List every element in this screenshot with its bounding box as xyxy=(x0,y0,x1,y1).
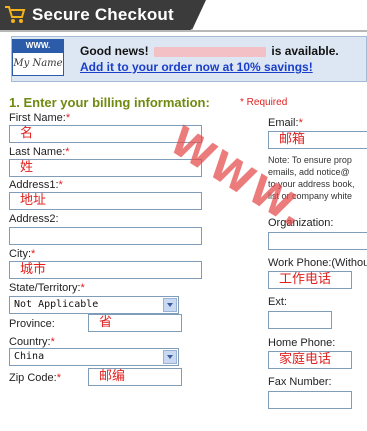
header-divider xyxy=(0,30,367,32)
home-phone-label: Home Phone: xyxy=(268,337,336,349)
state-select-value: Not Applicable xyxy=(14,299,99,310)
domain-icon-top: WWW. xyxy=(12,39,64,52)
address2-label: Address2: xyxy=(9,213,59,225)
last-name-label-text: Last Name: xyxy=(9,146,66,158)
email-label: Email:* xyxy=(268,117,303,129)
address2-field[interactable] xyxy=(9,227,202,245)
ext-field[interactable] xyxy=(268,311,332,329)
country-select[interactable]: China xyxy=(9,348,179,366)
email-note-line: emails, add notice@ xyxy=(268,167,350,177)
domain-icon-name: My Name xyxy=(12,52,64,76)
country-select-value: China xyxy=(14,351,45,362)
email-note-line: Note: To ensure prop xyxy=(268,155,352,165)
fax-field[interactable] xyxy=(268,391,352,409)
good-news-prefix: Good news! xyxy=(80,44,149,58)
city-label: City:* xyxy=(9,248,35,260)
address1-field[interactable]: 地址 xyxy=(9,192,202,210)
first-name-label-text: First Name: xyxy=(9,112,66,124)
add-domain-link[interactable]: Add it to your order now at 10% savings! xyxy=(80,60,313,74)
zip-label-text: Zip Code: xyxy=(9,372,57,384)
good-news-suffix: is available. xyxy=(271,44,339,58)
work-phone-label: Work Phone:(Without xyxy=(268,257,367,269)
email-field[interactable]: 邮箱 xyxy=(268,131,367,149)
page-title: Secure Checkout xyxy=(32,5,174,24)
required-star: * xyxy=(58,179,63,191)
chevron-down-icon[interactable] xyxy=(163,298,177,312)
province-field[interactable]: 省 xyxy=(88,314,182,332)
shopping-cart-icon xyxy=(5,6,26,23)
state-select[interactable]: Not Applicable xyxy=(9,296,179,314)
address1-label: Address1:* xyxy=(9,179,63,191)
city-field[interactable]: 城市 xyxy=(9,261,202,279)
home-phone-field[interactable]: 家庭电话 xyxy=(268,351,352,369)
required-star: * xyxy=(50,336,55,348)
chevron-down-icon[interactable] xyxy=(163,350,177,364)
work-phone-field[interactable]: 工作电话 xyxy=(268,271,352,289)
redacted-domain xyxy=(154,46,267,57)
required-star: * xyxy=(298,117,303,129)
address1-label-text: Address1: xyxy=(9,179,59,191)
ext-label: Ext: xyxy=(268,296,287,308)
required-star: * xyxy=(31,248,36,260)
domain-icon: WWW. My Name xyxy=(12,39,64,77)
fax-label: Fax Number: xyxy=(268,376,332,388)
header-fold xyxy=(192,0,206,30)
billing-section-title: 1. Enter your billing information: xyxy=(9,95,210,110)
zip-label: Zip Code:* xyxy=(9,372,61,384)
country-label: Country:* xyxy=(9,336,55,348)
zip-field[interactable]: 邮编 xyxy=(88,368,182,386)
good-news-banner xyxy=(11,36,367,82)
good-news-text: Good news! is available. xyxy=(80,44,339,58)
required-star: * xyxy=(65,112,71,124)
city-label-text: City: xyxy=(9,248,31,260)
state-label-text: State/Territory: xyxy=(9,282,81,294)
province-label: Province: xyxy=(9,318,55,330)
required-star: * xyxy=(65,146,70,158)
state-label: State/Territory:* xyxy=(9,282,85,294)
required-note: * Required xyxy=(240,97,288,108)
required-star: * xyxy=(80,282,85,294)
country-label-text: Country: xyxy=(9,336,51,348)
email-label-text: Email: xyxy=(268,117,299,129)
first-name-label: First Name:* xyxy=(9,112,70,124)
required-star: * xyxy=(56,372,61,384)
organization-field[interactable] xyxy=(268,232,367,250)
last-name-label: Last Name:* xyxy=(9,146,70,158)
